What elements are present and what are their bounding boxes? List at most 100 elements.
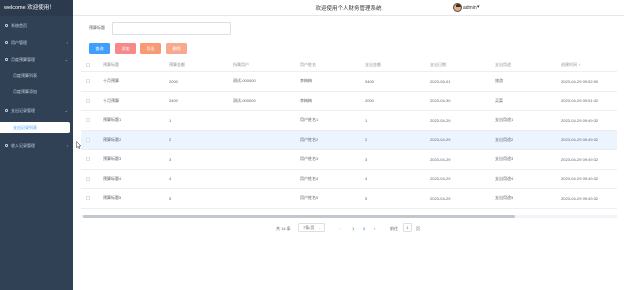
table-cell: 2023-04-29 bbox=[430, 176, 451, 182]
table-cell: 5 bbox=[365, 195, 368, 201]
sidebar-item-expense[interactable]: 支出记录管理 ⌄ bbox=[0, 105, 73, 116]
sidebar-item-budget-list[interactable]: 月度预算列表 bbox=[0, 70, 73, 81]
table-row[interactable]: 十月预算 3400 测试-000000 李梅梅 2000 2023-04-30 买菜 2023… bbox=[81, 92, 617, 111]
delete-button[interactable]: 删除 bbox=[166, 43, 187, 54]
table-row[interactable]: 预算标题3 3 用户姓名3 3 2023-04-29 支出用途3 2023-04-29 09… bbox=[81, 150, 617, 170]
column-header[interactable]: 支出用途 bbox=[495, 58, 511, 71]
table-cell: 3 bbox=[169, 156, 172, 162]
goto-page-input[interactable]: 1 bbox=[403, 223, 412, 232]
table-cell: 支出用途3 bbox=[495, 156, 514, 162]
wallet-icon bbox=[5, 58, 8, 61]
table-cell: 2023-04-29 09:49:32 bbox=[561, 195, 599, 201]
income-icon bbox=[5, 144, 8, 147]
table-cell: 用户姓名3 bbox=[300, 156, 319, 162]
table-cell: 预算标题4 bbox=[103, 175, 122, 181]
row-checkbox[interactable] bbox=[86, 157, 90, 162]
table-cell: 1 bbox=[169, 117, 172, 123]
table-row[interactable]: 十月预算 2000 测试-000000 李梅梅 3400 2023-05-01 旅游 2023… bbox=[81, 72, 617, 92]
table-cell: 4 bbox=[169, 176, 172, 182]
user-menu[interactable]: admin bbox=[463, 5, 477, 11]
table-cell: 李梅梅 bbox=[300, 97, 312, 103]
table-cell: 支出用途2 bbox=[495, 136, 514, 142]
table-cell: 2023-04-30 bbox=[430, 98, 451, 104]
sidebar-item-label: 用户管理 bbox=[11, 40, 27, 45]
page-unit-label: 页 bbox=[416, 226, 420, 231]
chevron-down-icon: ⌄ bbox=[64, 57, 68, 62]
table-cell: 预算标题2 bbox=[103, 136, 122, 142]
add-button[interactable]: 添加 bbox=[115, 43, 136, 54]
avatar[interactable] bbox=[453, 3, 462, 12]
mouse-cursor-icon bbox=[76, 141, 82, 149]
page-title: 欢迎使用个人财务管理系统 bbox=[315, 6, 382, 12]
page-number-current[interactable]: 2 bbox=[363, 226, 365, 231]
table-cell: 买菜 bbox=[495, 97, 503, 103]
search-label: 预算标题 bbox=[89, 25, 105, 30]
table-cell: 预算标题3 bbox=[103, 156, 122, 162]
sidebar-item-income[interactable]: 收入记录管理 › bbox=[0, 140, 73, 151]
table-cell: 2 bbox=[169, 137, 172, 143]
sidebar-item-budget[interactable]: 月度预算管理 ⌄ bbox=[0, 54, 73, 65]
table-cell: 3400 bbox=[169, 98, 178, 104]
house-icon bbox=[5, 24, 8, 27]
row-checkbox[interactable] bbox=[86, 98, 90, 103]
table-cell: 2023-04-29 09:49:32 bbox=[561, 117, 599, 123]
row-checkbox[interactable] bbox=[86, 79, 90, 84]
table-cell: 十月预算 bbox=[103, 97, 119, 103]
column-header: 支出日期 bbox=[430, 61, 446, 67]
table-cell: 3 bbox=[365, 156, 368, 162]
export-button[interactable]: 导出 bbox=[140, 43, 161, 54]
table-cell: 2000 bbox=[365, 98, 374, 104]
users-icon bbox=[5, 41, 8, 44]
page-size-select[interactable]: 7条/页 ⌄ bbox=[298, 223, 325, 232]
row-checkbox[interactable] bbox=[86, 118, 90, 123]
table-cell: 测试-000000 bbox=[233, 97, 256, 103]
table-cell: 2023-04-29 bbox=[430, 195, 451, 201]
table-cell: 2023-04-29 09:51:42 bbox=[561, 98, 599, 104]
chevron-down-icon: ⌄ bbox=[318, 226, 321, 230]
table-cell: 2023-05-01 bbox=[430, 78, 451, 84]
table-row[interactable]: 预算标题4 4 用户姓名4 4 2023-04-29 支出用途4 2023-04-29 09… bbox=[81, 170, 617, 189]
table-cell: 2023-04-29 09:52:00 bbox=[561, 78, 599, 84]
row-checkbox[interactable] bbox=[86, 137, 90, 142]
sidebar-item-home[interactable]: 系统首页 bbox=[0, 20, 73, 31]
sidebar-item-users[interactable]: 用户管理 › bbox=[0, 37, 73, 48]
prev-page-button[interactable]: ‹ bbox=[340, 226, 341, 231]
row-checkbox[interactable] bbox=[86, 176, 90, 181]
column-header-sortable[interactable]: 创建时间 ↕ bbox=[561, 58, 580, 71]
column-header: 所属用户 bbox=[233, 61, 249, 67]
welcome-text: welcome 欢迎使用！ bbox=[0, 0, 73, 16]
table-cell: 用户姓名4 bbox=[300, 175, 319, 181]
chevron-right-icon: › bbox=[66, 40, 68, 45]
sidebar-item-label: 系统首页 bbox=[11, 23, 27, 28]
sidebar-item-budget-add[interactable]: 月度预算添加 bbox=[0, 86, 73, 97]
chevron-down-icon: ⌄ bbox=[64, 108, 68, 113]
select-all-checkbox[interactable] bbox=[86, 62, 90, 67]
table-cell: 2 bbox=[365, 137, 368, 143]
sidebar-item-expense-list[interactable]: 支出记录列表 bbox=[0, 122, 70, 133]
table-cell: 2000 bbox=[169, 78, 178, 84]
scrollbar-thumb[interactable] bbox=[83, 215, 515, 218]
sidebar-item-label: 月度预算添加 bbox=[13, 89, 37, 94]
table-cell: 4 bbox=[365, 176, 368, 182]
table-cell: 2023-04-29 bbox=[430, 137, 451, 143]
column-header: 预算金额 bbox=[169, 61, 185, 67]
search-input[interactable] bbox=[112, 22, 231, 35]
table-cell: 3400 bbox=[365, 78, 374, 84]
table-row[interactable]: 预算标题5 5 用户姓名5 5 2023-04-29 支出用途5 2023-04-29 09… bbox=[81, 189, 617, 209]
sidebar-item-label: 月度预算列表 bbox=[13, 73, 37, 78]
page-number[interactable]: 1 bbox=[352, 226, 354, 231]
table-row[interactable]: 预算标题2 2 用户姓名2 2 2023-04-29 支出用途2 2023-04-29 09… bbox=[81, 130, 617, 150]
table-row[interactable]: 预算标题1 1 用户姓名1 1 2023-04-29 支出用途1 2023-04-29 09… bbox=[81, 111, 617, 131]
column-header: 支出金额 bbox=[365, 61, 381, 67]
caret-down-icon[interactable]: ▾ bbox=[477, 4, 480, 10]
sidebar-item-label: 支出记录列表 bbox=[13, 125, 37, 130]
row-checkbox[interactable] bbox=[86, 196, 90, 201]
chevron-right-icon: › bbox=[66, 143, 68, 148]
table-cell: 测试-000000 bbox=[233, 78, 256, 84]
next-page-button[interactable]: › bbox=[374, 226, 375, 231]
table-cell: 2023-04-29 bbox=[430, 156, 451, 162]
search-button[interactable]: 查询 bbox=[89, 43, 110, 54]
table-cell: 用户姓名5 bbox=[300, 195, 319, 201]
table-cell: 十月预算 bbox=[103, 78, 119, 84]
column-header: 预算标题 bbox=[103, 61, 119, 67]
